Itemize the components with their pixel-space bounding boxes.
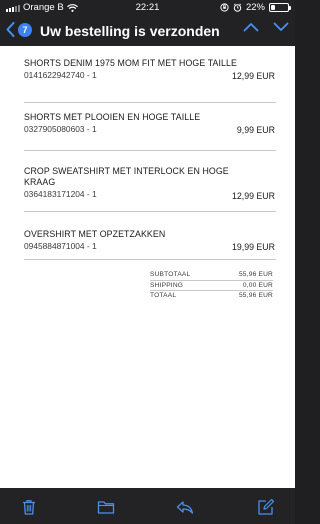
subtotal-label: SUBTOTAAL <box>150 271 191 278</box>
order-item: OVERSHIRT MET OPZETZAKKEN 0945884871004 … <box>24 229 276 260</box>
item-name: SHORTS MET PLOOIEN EN HOGE TAILLE <box>24 112 201 122</box>
chevron-up-icon[interactable] <box>243 22 259 32</box>
navigation-bar: 7 Uw bestelling is verzonden <box>0 16 295 46</box>
reply-icon[interactable] <box>176 498 194 516</box>
item-name: OVERSHIRT MET OPZETZAKKEN <box>24 229 166 239</box>
total-value: 55,96 EUR <box>238 292 273 299</box>
total-row: TOTAAL 55,96 EUR <box>150 290 273 300</box>
bottom-toolbar <box>0 488 295 524</box>
status-bar: Orange B 22:21 22% <box>0 0 295 16</box>
status-right: 22% <box>220 2 291 13</box>
folder-icon[interactable] <box>97 498 115 516</box>
order-item: SHORTS MET PLOOIEN EN HOGE TAILLE 032790… <box>24 112 276 151</box>
order-totals: SUBTOTAAL 55,96 EUR SHIPPING 0,00 EUR TO… <box>150 270 273 300</box>
item-price: 12,99 EUR <box>231 191 275 201</box>
alarm-icon <box>233 3 242 12</box>
order-item: SHORTS DENIM 1975 MOM FIT MET HOGE TAILL… <box>24 58 276 103</box>
shipping-value: 0,00 EUR <box>242 282 273 289</box>
shipping-row: SHIPPING 0,00 EUR <box>150 280 273 290</box>
orientation-lock-icon <box>220 3 229 12</box>
subtotal-row: SUBTOTAAL 55,96 EUR <box>150 270 273 280</box>
message-navigation <box>243 22 289 32</box>
total-label: TOTAAL <box>150 292 177 299</box>
order-item: CROP SWEATSHIRT MET INTERLOCK EN HOGE KR… <box>24 166 276 212</box>
compose-icon[interactable] <box>257 498 275 516</box>
item-name-line-1: CROP SWEATSHIRT MET INTERLOCK EN HOGE <box>24 166 229 176</box>
item-price: 19,99 EUR <box>231 242 275 252</box>
battery-percent: 22% <box>245 2 265 13</box>
chevron-left-icon <box>6 22 15 37</box>
battery-icon <box>269 3 291 12</box>
email-body: SHORTS DENIM 1975 MOM FIT MET HOGE TAILL… <box>0 46 295 488</box>
item-name-line-2: KRAAG <box>24 177 56 187</box>
back-button[interactable]: 7 <box>6 22 32 37</box>
item-name: SHORTS DENIM 1975 MOM FIT MET HOGE TAILL… <box>24 58 237 68</box>
chevron-down-icon[interactable] <box>273 22 289 32</box>
shipping-label: SHIPPING <box>150 282 184 289</box>
trash-icon[interactable] <box>20 498 38 516</box>
subtotal-value: 55,96 EUR <box>238 271 273 278</box>
message-title: Uw bestelling is verzonden <box>40 23 220 39</box>
item-price: 12,99 EUR <box>231 71 275 81</box>
item-price: 9,99 EUR <box>236 125 275 135</box>
battery-fill <box>271 5 275 10</box>
unread-count-badge: 7 <box>18 22 32 37</box>
